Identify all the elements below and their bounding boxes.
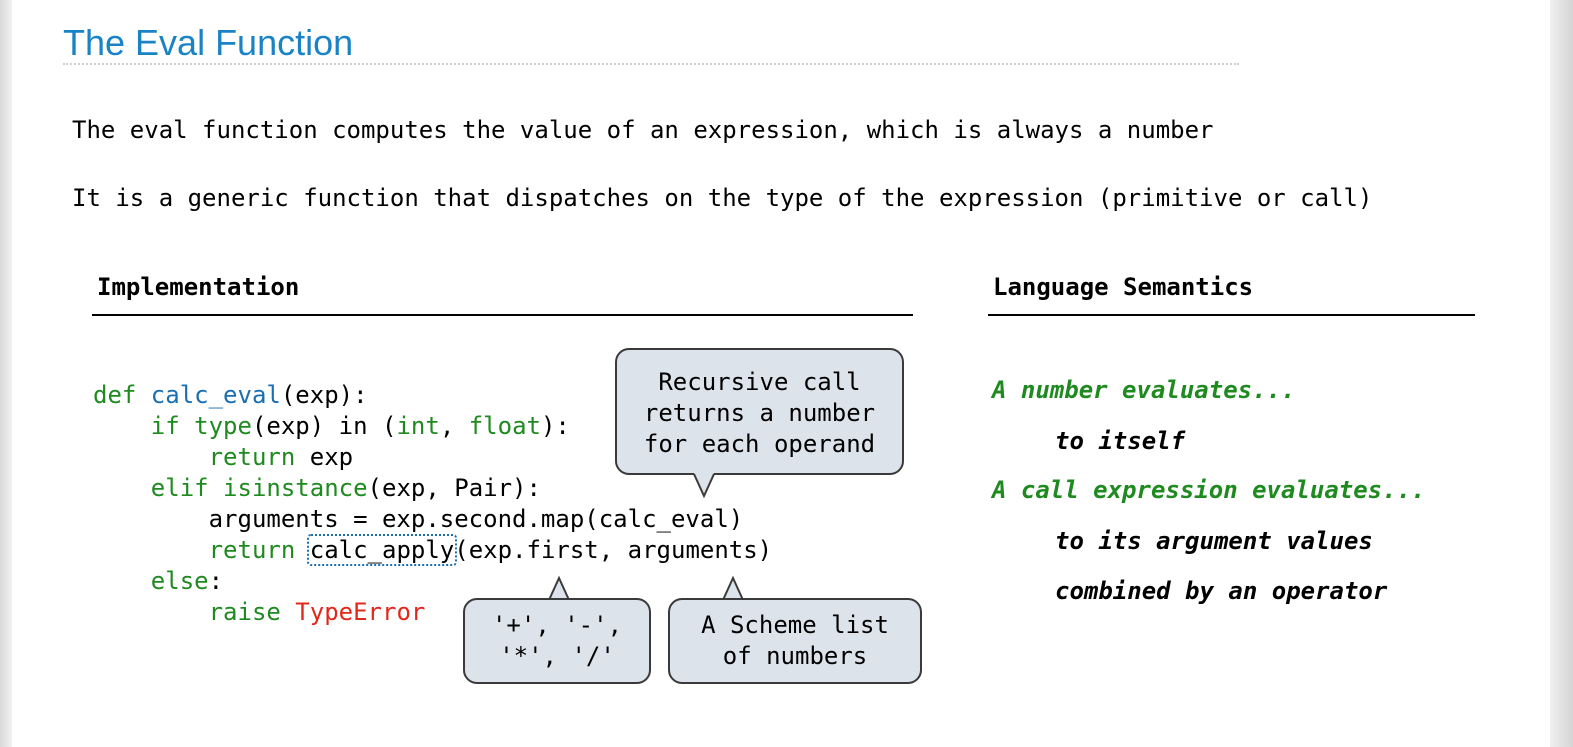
semantics-divider <box>988 314 1475 316</box>
code-line-4: elif isinstance(exp, Pair): <box>93 473 772 504</box>
slide: The Eval Function The eval function comp… <box>12 0 1550 747</box>
code-text: (exp): <box>280 381 368 409</box>
error-name: TypeError <box>295 598 426 626</box>
keyword: raise <box>93 598 296 626</box>
code-text: (exp.first, arguments) <box>454 536 773 564</box>
keyword: return <box>93 536 296 564</box>
code-text: ( <box>367 412 397 440</box>
slide-title: The Eval Function <box>63 22 354 63</box>
operator: in <box>338 412 368 440</box>
code-text: (exp, Pair): <box>367 474 541 502</box>
semantics-call-evaluates: A call expression evaluates... <box>992 476 1426 504</box>
semantics-number-evaluates: A number evaluates... <box>992 376 1296 404</box>
keyword: elif <box>93 474 224 502</box>
code-text: arguments = exp.second.map(calc_eval) <box>93 505 744 533</box>
window-edge-left <box>0 0 12 747</box>
implementation-heading: Implementation <box>97 273 300 301</box>
title-divider <box>63 63 1239 65</box>
intro-line-2: It is a generic function that dispatches… <box>72 184 1373 212</box>
function-name: calc_eval <box>150 381 281 409</box>
builtin: int <box>396 412 440 440</box>
callout-recursive-call: Recursive call returns a number for each… <box>615 348 904 475</box>
keyword: else <box>93 567 209 595</box>
semantics-heading: Language Semantics <box>993 273 1254 301</box>
code-text: (exp) <box>251 412 339 440</box>
callout-recursive-tail <box>693 473 715 499</box>
code-text: : <box>208 567 224 595</box>
code-text: , <box>439 412 469 440</box>
window-edge-right <box>1550 0 1573 747</box>
keyword: def <box>93 381 151 409</box>
code-text: exp <box>295 443 354 471</box>
code-line-5: arguments = exp.second.map(calc_eval) <box>93 504 772 535</box>
builtin: type <box>194 412 252 440</box>
keyword: if <box>93 412 195 440</box>
semantics-to-itself: to itself <box>1055 427 1186 455</box>
code-line-6: return calc_apply(exp.first, arguments) <box>93 534 773 566</box>
keyword: return <box>93 443 296 471</box>
builtin: float <box>468 412 541 440</box>
callout-operators: '+', '-', '*', '/' <box>463 598 651 684</box>
highlighted-calc-apply: calc_apply <box>306 534 458 566</box>
semantics-combined-operator: combined by an operator <box>1055 577 1388 605</box>
semantics-argument-values: to its argument values <box>1055 527 1373 555</box>
intro-line-1: The eval function computes the value of … <box>72 116 1214 144</box>
callout-scheme-list: A Scheme list of numbers <box>668 598 922 684</box>
builtin: isinstance <box>223 474 368 502</box>
implementation-divider <box>92 314 913 316</box>
code-line-7: else: <box>93 566 772 597</box>
code-text: ): <box>540 412 570 440</box>
